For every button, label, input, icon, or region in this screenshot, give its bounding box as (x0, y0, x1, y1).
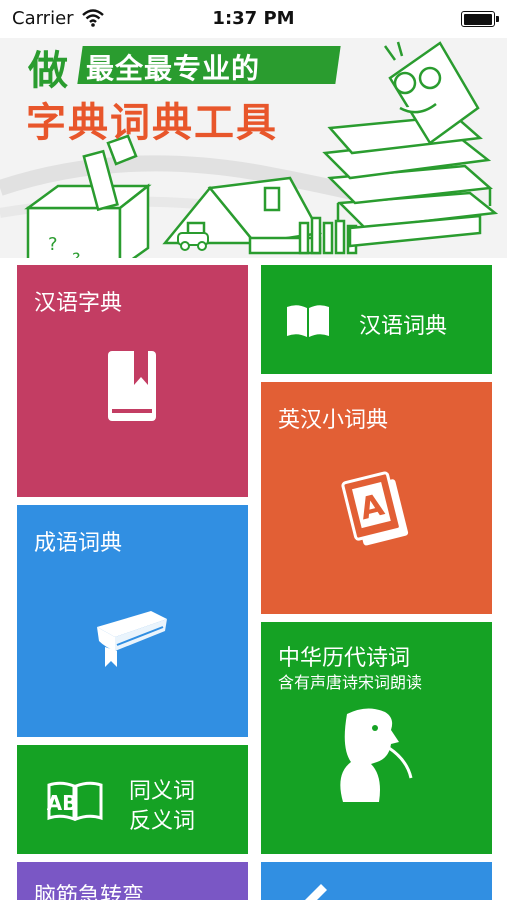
open-book-icon (287, 305, 329, 337)
status-bar: Carrier 1:37 PM (0, 0, 507, 38)
clock: 1:37 PM (212, 8, 295, 29)
tile-label: 汉语词典 (359, 314, 448, 339)
tile-brain-teasers[interactable]: 脑筋急转弯 (17, 862, 248, 900)
ab-book-icon: AB (47, 781, 103, 821)
battery-icon (461, 11, 499, 27)
banner-title-line1: 最全最专业的 (86, 52, 261, 85)
svg-text:?: ? (72, 249, 81, 258)
bookmark-book-icon (108, 351, 156, 421)
tile-label-line1: 同义词 (129, 779, 196, 804)
banner-title-prefix: 做 (28, 48, 68, 94)
tile-sublabel: 含有声唐诗宋词朗读 (278, 673, 423, 692)
ab-icon-text: AB (47, 791, 77, 815)
tile-label: 成语词典 (34, 531, 123, 556)
tile-label: 汉语字典 (34, 291, 123, 316)
tile-idiom-dictionary[interactable]: 成语词典 (17, 505, 248, 737)
letter-a-book-icon: A (341, 471, 409, 546)
tile-label: 脑筋急转弯 (34, 884, 145, 900)
promo-banner[interactable]: ? ? (0, 38, 507, 258)
poet-icon (340, 708, 413, 802)
banner-title-line2: 字典词典工具 (26, 100, 278, 146)
tile-classical-poetry[interactable]: 中华历代诗词 含有声唐诗宋词朗读 (261, 622, 492, 854)
tile-chinese-character-dictionary[interactable]: 汉语字典 (17, 265, 248, 497)
tile-writing[interactable] (261, 862, 492, 900)
tile-synonyms-antonyms[interactable]: AB 同义词 反义词 (17, 745, 248, 854)
tile-label-line2: 反义词 (129, 809, 196, 834)
tile-label: 英汉小词典 (278, 408, 389, 433)
tile-english-chinese-dictionary[interactable]: 英汉小词典 A (261, 382, 492, 614)
tile-label: 中华历代诗词 (278, 646, 411, 671)
graduation-book-icon (97, 611, 167, 667)
svg-text:?: ? (48, 234, 58, 255)
pen-icon (305, 884, 327, 900)
banner-headline: 做 最全最专业的 字典词典工具 (20, 38, 341, 148)
tile-chinese-word-dictionary[interactable]: 汉语词典 (261, 265, 492, 374)
